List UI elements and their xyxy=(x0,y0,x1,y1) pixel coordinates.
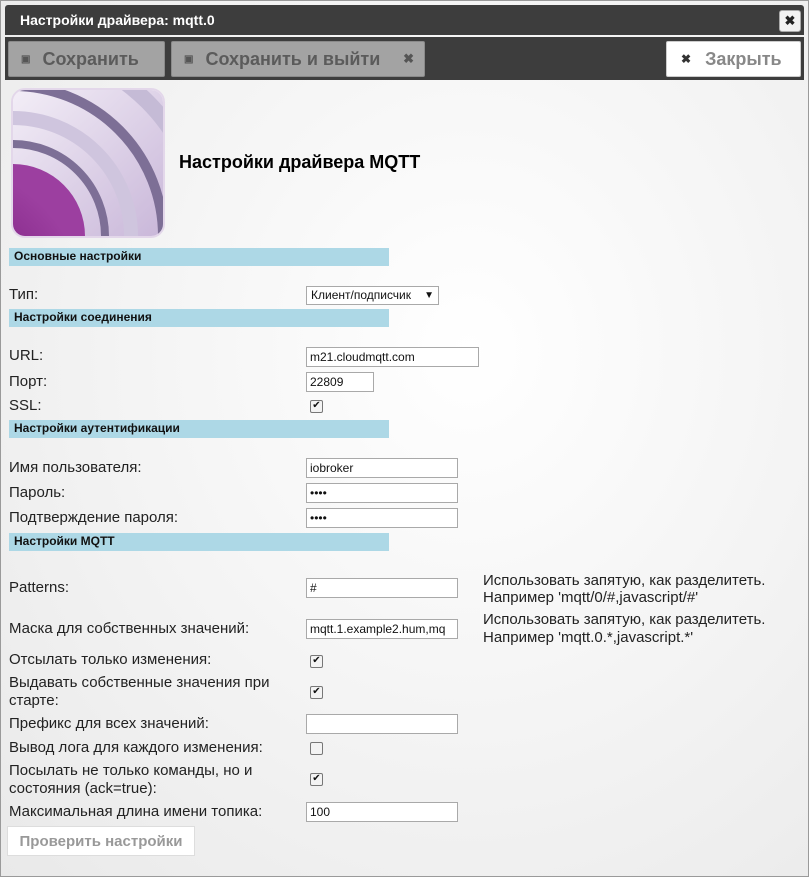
save-exit-button-label: Сохранить и выйти xyxy=(205,48,381,69)
section-main: Основные настройки xyxy=(9,248,389,266)
password-input[interactable]: •••• xyxy=(306,483,458,503)
only-changes-label: Отсылать только изменения: xyxy=(9,651,212,668)
section-connection: Настройки соединения xyxy=(9,309,389,327)
page-title: Настройки драйвера MQTT xyxy=(179,152,421,172)
mask-hint-line1: Использовать запятую, как разделитеть. xyxy=(483,611,766,628)
max-topic-length-label: Максимальная длина имени топика: xyxy=(9,803,263,820)
send-ack-label-line1: Посылать не только команды, но и xyxy=(9,762,253,779)
ssl-checkbox[interactable]: ✔ xyxy=(310,400,323,413)
patterns-label: Patterns: xyxy=(9,579,70,596)
debug-log-checkbox[interactable] xyxy=(310,742,323,755)
type-label: Тип: xyxy=(9,286,39,303)
save-exit-button[interactable]: ▣ Сохранить и выйти ✖ xyxy=(171,41,425,77)
publish-on-start-label-line2: старте: xyxy=(9,692,59,709)
password-label: Пароль: xyxy=(9,484,66,501)
username-input[interactable]: iobroker xyxy=(306,458,458,478)
floppy-icon: ▣ xyxy=(184,53,194,65)
debug-log-label: Вывод лога для каждого изменения: xyxy=(9,739,263,756)
password-confirm-input[interactable]: •••• xyxy=(306,508,458,528)
check-settings-button[interactable]: Проверить настройки xyxy=(7,826,195,856)
password-confirm-label: Подтверждение пароля: xyxy=(9,509,179,526)
chevron-down-icon: ▼ xyxy=(424,290,434,301)
type-select[interactable]: Клиент/подписчик ▼ xyxy=(306,286,439,305)
section-mqtt: Настройки MQTT xyxy=(9,533,389,551)
settings-dialog: Настройки драйвера: mqtt.0 ✖ ▣ Сохранить… xyxy=(0,0,809,877)
url-input[interactable]: m21.cloudmqtt.com xyxy=(306,347,479,367)
window-close-icon[interactable]: ✖ xyxy=(779,10,801,32)
prefix-label: Префикс для всех значений: xyxy=(9,715,209,732)
save-button-label: Сохранить xyxy=(42,48,139,69)
patterns-hint-line2: Например 'mqtt/0/#,javascript/#' xyxy=(483,589,699,606)
title-bar: Настройки драйвера: mqtt.0 ✖ xyxy=(5,5,804,35)
save-button[interactable]: ▣ Сохранить xyxy=(8,41,165,77)
send-ack-checkbox[interactable]: ✔ xyxy=(310,773,323,786)
patterns-input[interactable]: # xyxy=(306,578,458,598)
username-label: Имя пользователя: xyxy=(9,459,142,476)
close-icon: ✖ xyxy=(681,52,692,66)
only-changes-checkbox[interactable]: ✔ xyxy=(310,655,323,668)
toolbar: ▣ Сохранить ▣ Сохранить и выйти ✖ ✖ Закр… xyxy=(5,37,804,80)
publish-on-start-label-line1: Выдавать собственные значения при xyxy=(9,674,270,691)
ssl-label: SSL: xyxy=(9,397,42,414)
mask-hint-line2: Например 'mqtt.0.*,javascript.*' xyxy=(483,629,694,646)
type-select-value: Клиент/подписчик xyxy=(311,288,412,302)
window-title: Настройки драйвера: mqtt.0 xyxy=(20,12,215,28)
port-label: Порт: xyxy=(9,373,48,390)
close-button-label: Закрыть xyxy=(705,48,782,69)
prefix-input[interactable] xyxy=(306,714,458,734)
max-topic-length-input[interactable]: 100 xyxy=(306,802,458,822)
mqtt-logo xyxy=(11,88,165,238)
port-input[interactable]: 22809 xyxy=(306,372,374,392)
close-button[interactable]: ✖ Закрыть xyxy=(666,41,801,77)
section-auth: Настройки аутентификации xyxy=(9,420,389,438)
mask-label: Маска для собственных значений: xyxy=(9,620,250,637)
url-label: URL: xyxy=(9,347,44,364)
mask-input[interactable]: mqtt.1.example2.hum,mq xyxy=(306,619,458,639)
send-ack-label-line2: состояния (ack=true): xyxy=(9,780,157,797)
publish-on-start-checkbox[interactable]: ✔ xyxy=(310,686,323,699)
patterns-hint-line1: Использовать запятую, как разделитеть. xyxy=(483,572,766,589)
mqtt-logo-graphic xyxy=(13,90,163,236)
floppy-icon: ▣ xyxy=(21,53,31,65)
close-icon: ✖ xyxy=(403,51,414,66)
